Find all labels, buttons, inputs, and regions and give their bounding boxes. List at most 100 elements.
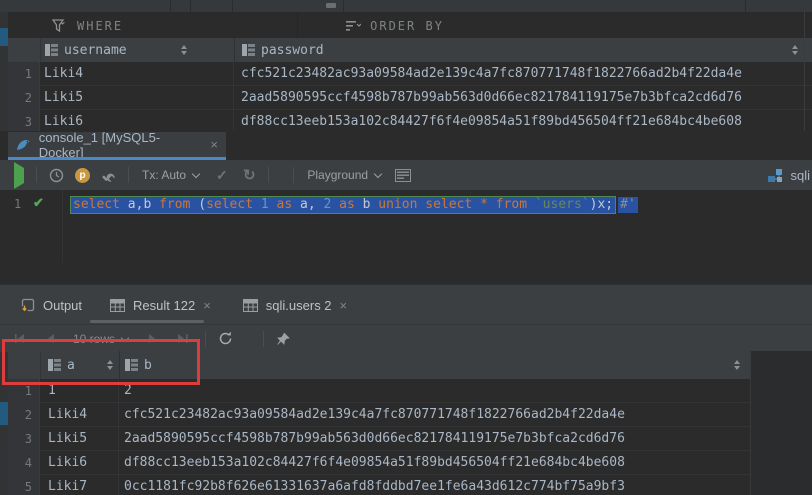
column-header-b[interactable]: b bbox=[120, 351, 750, 379]
sort-toggle-icon[interactable] bbox=[107, 360, 113, 370]
commit-button[interactable]: ✓ bbox=[216, 167, 228, 184]
row-number-cell[interactable]: 1 bbox=[8, 379, 40, 402]
cell[interactable]: df88cc13eeb153a102c84427f6f4e09854a51f89… bbox=[234, 110, 812, 133]
cell[interactable]: Liki6 bbox=[40, 451, 118, 474]
filter-bar: WHERE ORDER BY bbox=[8, 13, 812, 39]
pin-tab-button[interactable] bbox=[276, 332, 290, 346]
settings-button[interactable] bbox=[101, 168, 116, 183]
console-tab[interactable]: console_1 [MySQL5-Docker] × bbox=[8, 132, 226, 157]
row-number-cell[interactable]: 4 bbox=[8, 451, 40, 474]
schema-label: sqli bbox=[790, 168, 810, 183]
cell[interactable]: 1 bbox=[40, 379, 118, 402]
tab-label: Result 122 bbox=[133, 298, 195, 313]
statement-ok-icon: ✔ bbox=[33, 195, 44, 211]
table-row[interactable]: 3 Liki5 2aad5890595ccf4598b787b99ab563d0… bbox=[8, 427, 750, 451]
playground-dropdown[interactable]: Playground bbox=[307, 168, 381, 182]
tx-mode-dropdown[interactable]: Tx: Auto bbox=[142, 168, 199, 182]
column-icon bbox=[48, 359, 61, 371]
order-by-label: ORDER BY bbox=[370, 19, 444, 33]
wrench-icon bbox=[101, 168, 116, 183]
order-by-button[interactable]: ORDER BY bbox=[345, 19, 444, 33]
table-row[interactable]: 4 Liki6 df88cc13eeb153a102c84427f6f4e098… bbox=[8, 451, 750, 475]
next-page-button[interactable] bbox=[148, 333, 157, 344]
where-filter-button[interactable]: WHERE bbox=[52, 19, 123, 33]
chevron-down-icon bbox=[121, 333, 129, 341]
sort-toggle-icon[interactable] bbox=[734, 360, 740, 370]
cell[interactable]: 2aad5890595ccf4598b787b99ab563d0d66ec821… bbox=[119, 427, 750, 450]
table-row[interactable]: 2 Liki5 2aad5890595ccf4598b787b99ab563d0… bbox=[8, 86, 812, 110]
result-tab-bar: Output Result 122 × sqli.users 2 × bbox=[0, 284, 812, 325]
sql-token: `users` bbox=[535, 197, 590, 212]
grid-icon bbox=[110, 299, 125, 312]
column-resize-handle[interactable] bbox=[326, 3, 336, 8]
column-header-label: b bbox=[144, 358, 152, 373]
play-icon bbox=[14, 162, 24, 189]
cell[interactable]: Liki4 bbox=[40, 62, 233, 85]
last-page-button[interactable] bbox=[177, 333, 189, 344]
column-header-label: password bbox=[261, 43, 324, 58]
parameters-button[interactable]: p bbox=[75, 168, 90, 183]
output-layout-button[interactable] bbox=[395, 169, 411, 182]
row-number-cell[interactable]: 2 bbox=[8, 403, 40, 426]
grid-icon bbox=[243, 299, 258, 312]
close-icon[interactable]: × bbox=[210, 137, 218, 152]
row-number-header bbox=[8, 351, 41, 379]
table-row[interactable]: 1 1 2 bbox=[8, 379, 750, 403]
tab-result[interactable]: Result 122 × bbox=[100, 285, 221, 325]
previous-page-button[interactable] bbox=[46, 333, 55, 344]
schema-selector[interactable]: sqli bbox=[767, 168, 810, 183]
sql-token: from bbox=[159, 197, 198, 212]
cell[interactable]: Liki4 bbox=[40, 403, 118, 426]
row-number-cell[interactable]: 5 bbox=[8, 475, 40, 495]
row-number-cell[interactable]: 3 bbox=[8, 110, 40, 133]
cell[interactable]: 2 bbox=[119, 379, 750, 402]
page-size-dropdown[interactable]: 10 rows bbox=[73, 332, 128, 346]
scrollbar-track[interactable] bbox=[804, 12, 805, 131]
row-number-cell[interactable]: 1 bbox=[8, 62, 40, 85]
column-header-password[interactable]: password bbox=[235, 38, 812, 62]
cell[interactable]: cfc521c23482ac93a09584ad2e139c4a7fc87077… bbox=[119, 403, 750, 426]
rail-marker bbox=[0, 402, 8, 425]
cell[interactable]: Liki5 bbox=[40, 427, 118, 450]
chevron-down-icon bbox=[374, 170, 382, 178]
top-strip bbox=[0, 0, 812, 13]
sort-toggle-icon[interactable] bbox=[792, 45, 798, 55]
cell[interactable]: Liki7 bbox=[40, 475, 118, 495]
table-row[interactable]: 5 Liki7 0cc1181fc92b8f626e61331637a6afd8… bbox=[8, 475, 750, 495]
datagrip-window: WHERE ORDER BY username bbox=[0, 0, 812, 495]
page-size-label: 10 rows bbox=[73, 332, 115, 346]
clock-icon bbox=[49, 168, 64, 183]
cell[interactable]: 2aad5890595ccf4598b787b99ab563d0d66ec821… bbox=[234, 86, 812, 109]
cell[interactable]: Liki5 bbox=[40, 86, 233, 109]
cell[interactable]: df88cc13eeb153a102c84427f6f4e09854a51f89… bbox=[119, 451, 750, 474]
tab-output[interactable]: Output bbox=[10, 285, 92, 325]
row-number-cell[interactable]: 3 bbox=[8, 427, 40, 450]
sql-comment[interactable]: #' bbox=[618, 197, 638, 213]
column-header-username[interactable]: username bbox=[41, 38, 234, 62]
table-row[interactable]: 1 Liki4 cfc521c23482ac93a09584ad2e139c4a… bbox=[8, 62, 812, 86]
pager-toolbar: 10 rows bbox=[0, 324, 812, 352]
first-page-button[interactable] bbox=[14, 333, 26, 344]
tab-sqli-users[interactable]: sqli.users 2 × bbox=[233, 285, 357, 325]
close-icon[interactable]: × bbox=[203, 298, 211, 313]
mysql-dolphin-icon bbox=[16, 138, 31, 152]
history-button[interactable] bbox=[49, 168, 64, 183]
close-icon[interactable]: × bbox=[340, 298, 348, 313]
table-row[interactable]: 2 Liki4 cfc521c23482ac93a09584ad2e139c4a… bbox=[8, 403, 750, 427]
cell[interactable]: 0cc1181fc92b8f626e61331637a6afd8fddbd7ee… bbox=[119, 475, 750, 495]
chevron-down-icon bbox=[192, 170, 200, 178]
run-button[interactable] bbox=[14, 168, 24, 183]
sql-selected-statement[interactable]: select a,b from (select 1 as a, 2 as b u… bbox=[70, 196, 616, 214]
sort-toggle-icon[interactable] bbox=[181, 45, 187, 55]
sql-statement-line[interactable]: select a,b from (select 1 as a, 2 as b u… bbox=[70, 195, 638, 214]
rollback-button[interactable]: ↺ bbox=[243, 166, 256, 184]
line-number: 1 bbox=[14, 197, 21, 211]
row-number-cell[interactable]: 2 bbox=[8, 86, 40, 109]
result-grid-header: a b bbox=[8, 351, 750, 380]
column-header-a[interactable]: a bbox=[41, 351, 119, 379]
cell[interactable]: cfc521c23482ac93a09584ad2e139c4a7fc87077… bbox=[234, 62, 812, 85]
reload-button[interactable] bbox=[218, 331, 233, 346]
table-lines-icon bbox=[395, 169, 411, 182]
sql-token: a bbox=[300, 197, 308, 212]
parameter-icon: p bbox=[75, 168, 90, 183]
